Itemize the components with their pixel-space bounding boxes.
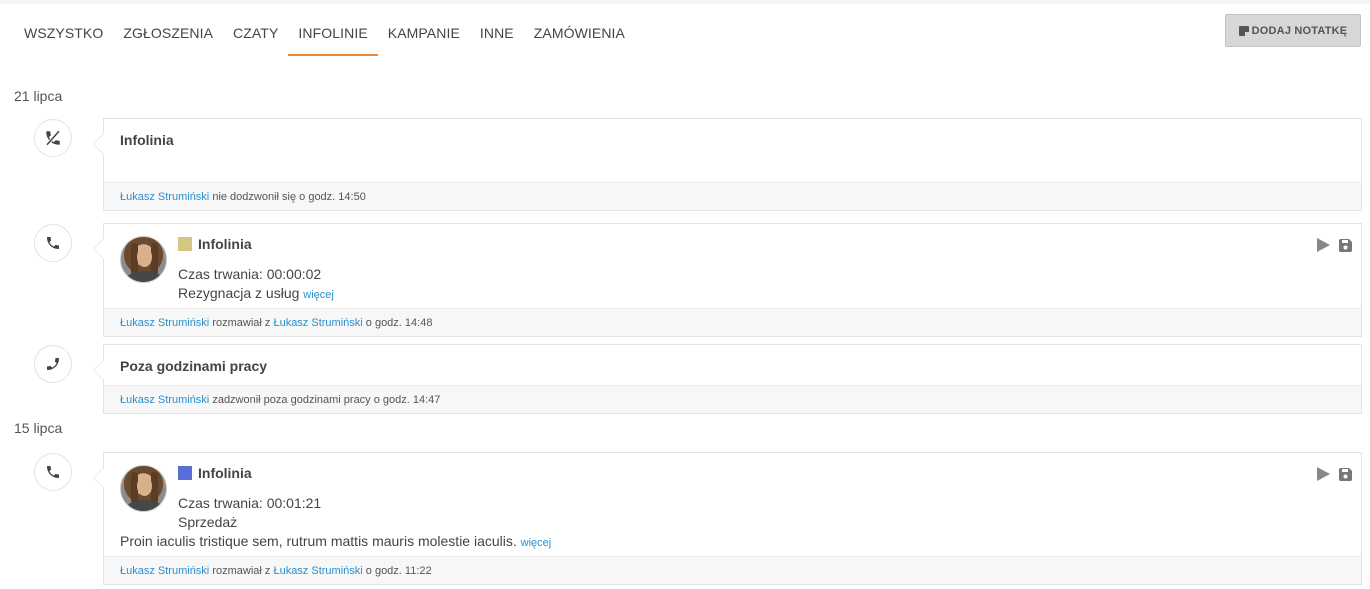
user-link[interactable]: Łukasz Strumiński [273, 317, 362, 329]
user-link[interactable]: Łukasz Strumiński [120, 565, 209, 577]
category-label: Rezygnacja z usług [178, 285, 300, 301]
card-title: Infolinia [120, 132, 174, 148]
avatar [120, 236, 167, 283]
activity-timeline: WSZYSTKO ZGŁOSZENIA CZATY INFOLINIE KAMP… [0, 4, 1370, 589]
date-header: 21 lipca [14, 88, 63, 104]
date-header: 15 lipca [14, 420, 63, 436]
user-link[interactable]: Łukasz Strumiński [120, 394, 209, 406]
missed-call-icon [34, 119, 72, 157]
call-category: Sprzedaż [178, 514, 238, 530]
outgoing-call-icon [34, 345, 72, 383]
card-title: Poza godzinami pracy [120, 358, 268, 374]
tab-zamowienia[interactable]: ZAMÓWIENIA [524, 18, 635, 56]
tab-czaty[interactable]: CZATY [223, 18, 288, 56]
footer-text: zadzwonił poza godzinami pracy o godz. 1… [209, 394, 441, 406]
tab-zgloszenia[interactable]: ZGŁOSZENIA [113, 18, 223, 56]
card-title: Infolinia [198, 465, 252, 481]
call-duration: Czas trwania: 00:00:02 [178, 266, 322, 282]
phone-icon [34, 224, 72, 262]
play-icon[interactable] [1317, 467, 1330, 481]
user-link[interactable]: Łukasz Strumiński [120, 191, 209, 203]
tab-inne[interactable]: INNE [470, 18, 524, 56]
call-card: Infolinia Czas trwania: 00:00:02 Rezygna… [93, 223, 1362, 337]
footer-text: o godz. 14:48 [362, 317, 433, 329]
card-footer: Łukasz Strumiński nie dodzwonił się o go… [104, 182, 1361, 210]
avatar [120, 465, 167, 512]
call-card: Infolinia Łukasz Strumiński nie dodzwoni… [93, 118, 1362, 211]
add-note-button[interactable]: DODAJ NOTATKĘ [1225, 14, 1361, 47]
category-tag [178, 237, 192, 251]
note-icon [1238, 25, 1249, 36]
call-category: Rezygnacja z usług więcej [178, 283, 334, 305]
footer-text: o godz. 11:22 [362, 565, 432, 577]
tab-infolinie[interactable]: INFOLINIE [288, 18, 378, 56]
phone-icon [34, 453, 72, 491]
user-link[interactable]: Łukasz Strumiński [120, 317, 209, 329]
add-note-label: DODAJ NOTATKĘ [1251, 24, 1348, 37]
more-link[interactable]: więcej [521, 537, 552, 549]
card-actions [1317, 467, 1352, 481]
footer-text: rozmawiał z [209, 565, 274, 577]
user-link[interactable]: Łukasz Strumiński [273, 565, 362, 577]
card-title: Infolinia [198, 236, 252, 252]
call-duration: Czas trwania: 00:01:21 [178, 495, 322, 511]
card-footer: Łukasz Strumiński rozmawiał z Łukasz Str… [104, 308, 1361, 336]
category-tag [178, 466, 192, 480]
footer-text: nie dodzwonił się o godz. 14:50 [209, 191, 366, 203]
card-footer: Łukasz Strumiński rozmawiał z Łukasz Str… [104, 556, 1361, 584]
tab-wszystko[interactable]: WSZYSTKO [14, 18, 113, 56]
footer-text: rozmawiał z [209, 317, 274, 329]
tab-bar: WSZYSTKO ZGŁOSZENIA CZATY INFOLINIE KAMP… [14, 18, 635, 58]
call-note: Proin iaculis tristique sem, rutrum matt… [120, 531, 551, 553]
more-link[interactable]: więcej [303, 289, 334, 301]
card-footer: Łukasz Strumiński zadzwonił poza godzina… [104, 385, 1361, 413]
tab-kampanie[interactable]: KAMPANIE [378, 18, 470, 56]
note-text: Proin iaculis tristique sem, rutrum matt… [120, 533, 517, 549]
call-card: Infolinia Czas trwania: 00:01:21 Sprzeda… [93, 452, 1362, 585]
card-title-row: Infolinia [178, 465, 252, 481]
card-title-row: Infolinia [178, 236, 252, 252]
card-actions [1317, 238, 1352, 252]
save-icon[interactable] [1339, 238, 1352, 252]
play-icon[interactable] [1317, 238, 1330, 252]
call-card: Poza godzinami pracy Łukasz Strumiński z… [93, 344, 1362, 414]
save-icon[interactable] [1339, 467, 1352, 481]
